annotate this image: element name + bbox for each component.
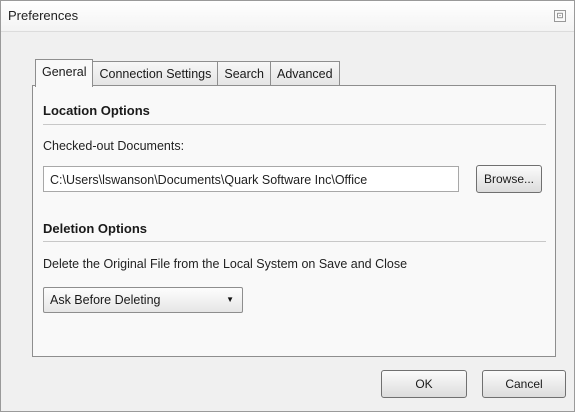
location-divider xyxy=(43,124,546,125)
delete-behavior-select[interactable]: Ask Before Deleting ▼ xyxy=(43,287,243,313)
chevron-down-icon: ▼ xyxy=(226,295,234,304)
tab-advanced[interactable]: Advanced xyxy=(269,61,340,86)
ok-button[interactable]: OK xyxy=(381,370,467,398)
close-icon[interactable]: ⊡ xyxy=(554,10,566,22)
tab-strip: General Connection Settings Search Advan… xyxy=(35,59,340,87)
checked-out-documents-label: Checked-out Documents: xyxy=(43,139,185,153)
delete-original-description: Delete the Original File from the Local … xyxy=(43,257,408,271)
tab-connection-settings[interactable]: Connection Settings xyxy=(92,61,219,86)
tab-general[interactable]: General xyxy=(35,59,94,87)
deletion-divider xyxy=(43,241,546,242)
cancel-button[interactable]: Cancel xyxy=(482,370,566,398)
general-tab-panel: Location Options Checked-out Documents: … xyxy=(32,85,556,357)
title-bar: Preferences ⊡ xyxy=(1,1,574,32)
delete-behavior-value: Ask Before Deleting xyxy=(50,293,161,307)
deletion-options-heading: Deletion Options xyxy=(43,221,147,236)
location-options-heading: Location Options xyxy=(43,103,150,118)
checked-out-path-input[interactable]: C:\Users\lswanson\Documents\Quark Softwa… xyxy=(43,166,459,192)
preferences-dialog: Preferences ⊡ General Connection Setting… xyxy=(0,0,575,412)
browse-button[interactable]: Browse... xyxy=(476,165,542,193)
tab-search[interactable]: Search xyxy=(217,61,271,86)
window-title: Preferences xyxy=(8,8,79,23)
